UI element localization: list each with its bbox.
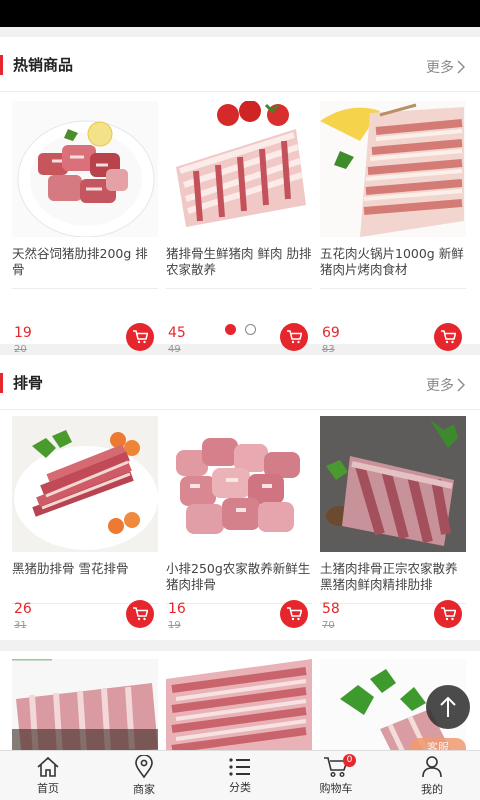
product-card[interactable]: 猪排骨生鲜猪肉 鲜肉 肋排 农家散养 45 49 xyxy=(166,101,312,355)
home-icon xyxy=(37,756,59,777)
location-pin-icon xyxy=(135,754,153,778)
product-image[interactable] xyxy=(12,416,158,552)
product-name: 天然谷饲猪肋排200g 排骨 xyxy=(12,246,148,277)
tab-label: 商家 xyxy=(133,782,155,796)
chevron-right-icon xyxy=(457,60,465,74)
product-image[interactable] xyxy=(12,101,158,237)
product-card[interactable]: 土猪肉排骨正宗农家散养黑猪肉鲜肉精排肋排 58 70 xyxy=(320,416,466,631)
product-name: 小排250g农家散养新鲜生猪肉排骨 xyxy=(166,561,311,592)
more-label: 更多 xyxy=(426,60,454,76)
divider xyxy=(320,288,466,289)
more-products-section xyxy=(0,651,480,751)
cart-icon xyxy=(287,607,302,621)
list-icon xyxy=(229,757,250,776)
section-header: 排骨 更多 xyxy=(0,355,480,410)
product-old-price: 19 xyxy=(168,620,181,631)
product-name: 五花肉火锅片1000g 新鲜猪肉片烤肉食材 xyxy=(320,246,464,277)
product-name: 黑猪肋排骨 雪花排骨 xyxy=(12,561,129,576)
tab-label: 我的 xyxy=(421,782,443,796)
more-link[interactable]: 更多 xyxy=(426,375,466,395)
divider xyxy=(166,288,312,289)
section-title: 热销商品 xyxy=(13,56,74,74)
product-card[interactable]: 小排250g农家散养新鲜生猪肉排骨 16 19 xyxy=(166,416,312,631)
divider xyxy=(12,288,158,289)
product-card[interactable]: 天然谷饲猪肋排200g 排骨 19 20 xyxy=(12,101,158,355)
product-old-price: 83 xyxy=(322,344,335,355)
carousel-dot[interactable] xyxy=(244,324,256,335)
product-price: 16 xyxy=(168,601,186,617)
product-card[interactable]: 五花肉火锅片1000g 新鲜猪肉片烤肉食材 69 83 xyxy=(320,101,466,355)
section-accent-bar xyxy=(0,55,3,75)
ribs-section: 排骨 更多 黑猪肋排骨 雪花排骨 26 31 小排250g农家散养新鲜生猪肉排骨… xyxy=(0,355,480,640)
back-to-top-button[interactable] xyxy=(426,685,470,729)
product-old-price: 31 xyxy=(14,620,27,631)
product-old-price: 70 xyxy=(322,620,335,631)
add-to-cart-button[interactable] xyxy=(280,600,308,628)
product-image[interactable] xyxy=(12,659,158,751)
tab-home[interactable]: 首页 xyxy=(0,751,96,800)
product-card[interactable] xyxy=(166,659,312,751)
cart-icon xyxy=(441,607,456,621)
cart-icon xyxy=(133,607,148,621)
section-accent-bar xyxy=(0,373,3,393)
tab-cart[interactable]: 0 购物车 xyxy=(288,751,384,800)
product-card[interactable] xyxy=(12,659,158,751)
arrow-up-icon xyxy=(440,696,456,717)
carousel-dot[interactable] xyxy=(224,324,236,335)
user-icon xyxy=(422,755,442,777)
more-label: 更多 xyxy=(426,378,454,394)
more-link[interactable]: 更多 xyxy=(426,57,466,77)
tab-category[interactable]: 分类 xyxy=(192,751,288,800)
add-to-cart-button[interactable] xyxy=(434,600,462,628)
section-title: 排骨 xyxy=(13,374,44,392)
product-image[interactable] xyxy=(320,416,466,552)
hot-products-section: 热销商品 更多 天然谷饲猪肋排200g 排骨 19 20 猪排骨生鲜猪肉 鲜肉 … xyxy=(0,37,480,355)
product-name: 土猪肉排骨正宗农家散养黑猪肉鲜肉精排肋排 xyxy=(320,561,458,592)
product-price: 26 xyxy=(14,601,32,617)
tab-label: 首页 xyxy=(37,781,59,795)
product-old-price: 49 xyxy=(168,344,181,355)
product-image[interactable] xyxy=(166,101,312,237)
status-bar xyxy=(0,0,480,27)
tab-label: 购物车 xyxy=(319,781,353,795)
product-price: 58 xyxy=(322,601,340,617)
product-old-price: 20 xyxy=(14,344,27,355)
chevron-right-icon xyxy=(457,378,465,392)
carousel-indicator xyxy=(0,324,480,335)
product-image[interactable] xyxy=(320,101,466,237)
cart-badge: 0 xyxy=(343,754,356,767)
product-card[interactable]: 黑猪肋排骨 雪花排骨 26 31 xyxy=(12,416,158,631)
section-header: 热销商品 更多 xyxy=(0,37,480,92)
bottom-tab-bar: 首页 商家 分类 0 购物车 我的 xyxy=(0,750,480,800)
add-to-cart-button[interactable] xyxy=(126,600,154,628)
product-image[interactable] xyxy=(166,416,312,552)
tab-merchant[interactable]: 商家 xyxy=(96,751,192,800)
tab-label: 分类 xyxy=(229,780,251,794)
tab-mine[interactable]: 我的 xyxy=(384,751,480,800)
product-image[interactable] xyxy=(166,659,312,751)
product-name: 猪排骨生鲜猪肉 鲜肉 肋排 农家散养 xyxy=(166,246,312,277)
